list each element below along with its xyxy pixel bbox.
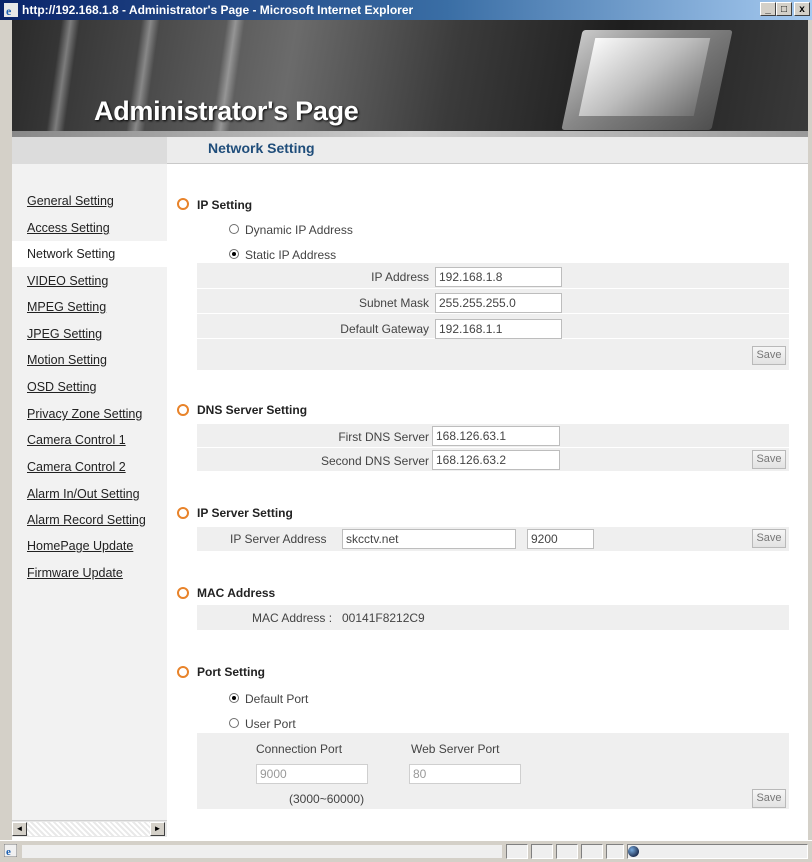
status-bar: e bbox=[0, 840, 812, 862]
sidebar-header-spacer bbox=[12, 137, 167, 164]
dns-save-button[interactable]: Save bbox=[752, 450, 786, 469]
mac-address-title: MAC Address bbox=[197, 586, 276, 600]
banner-light-streak bbox=[39, 20, 83, 137]
dynamic-ip-label: Dynamic IP Address bbox=[245, 223, 353, 237]
status-panel bbox=[556, 844, 578, 859]
dns-setting-title: DNS Server Setting bbox=[197, 403, 308, 417]
status-panel bbox=[606, 844, 624, 859]
internet-explorer-icon: e bbox=[4, 3, 18, 17]
mac-address-value: 00141F8212C9 bbox=[342, 611, 425, 625]
default-port-radio[interactable] bbox=[229, 693, 239, 703]
user-port-label: User Port bbox=[245, 717, 296, 731]
scroll-right-button[interactable]: ► bbox=[150, 822, 165, 836]
port-save-button[interactable]: Save bbox=[752, 789, 786, 808]
internet-zone-icon bbox=[628, 846, 639, 857]
bullet-icon bbox=[177, 587, 189, 599]
bullet-icon bbox=[177, 198, 189, 210]
static-ip-radio[interactable] bbox=[229, 249, 239, 259]
sidebar-item-mpeg-setting[interactable]: MPEG Setting bbox=[12, 294, 167, 320]
sidebar-item-alarm-in-out-setting[interactable]: Alarm In/Out Setting bbox=[12, 481, 167, 507]
default-gateway-label: Default Gateway bbox=[340, 322, 429, 336]
banner-heading: Administrator's Page bbox=[94, 96, 359, 126]
sidebar-item-privacy-zone-setting[interactable]: Privacy Zone Setting bbox=[12, 401, 167, 427]
page-title: Network Setting bbox=[208, 140, 315, 156]
default-gateway-field[interactable]: 192.168.1.1 bbox=[435, 319, 562, 339]
main-content: IP Setting Dynamic IP Address Static IP … bbox=[167, 164, 808, 840]
ip-server-save-button[interactable]: Save bbox=[752, 529, 786, 548]
page-header: Network Setting bbox=[12, 137, 808, 164]
subnet-mask-field[interactable]: 255.255.255.0 bbox=[435, 293, 562, 313]
horizontal-scrollbar[interactable]: ◄ ► bbox=[12, 820, 167, 837]
user-port-radio[interactable] bbox=[229, 718, 239, 728]
sidebar-item-firmware-update[interactable]: Firmware Update bbox=[12, 560, 167, 586]
sidebar-item-jpeg-setting[interactable]: JPEG Setting bbox=[12, 321, 167, 347]
web-server-port-label: Web Server Port bbox=[411, 742, 500, 756]
mac-address-label: MAC Address : bbox=[252, 611, 333, 625]
sidebar-item-homepage-update[interactable]: HomePage Update bbox=[12, 533, 167, 559]
ip-setting-save-button[interactable]: Save bbox=[752, 346, 786, 365]
ip-setting-title: IP Setting bbox=[197, 198, 253, 212]
sidebar-item-osd-setting[interactable]: OSD Setting bbox=[12, 374, 167, 400]
sidebar: General Setting Access Setting Network S… bbox=[12, 164, 167, 820]
second-dns-label: Second DNS Server bbox=[320, 454, 429, 468]
status-panel bbox=[531, 844, 553, 859]
ip-server-port-field[interactable]: 9200 bbox=[527, 529, 594, 549]
first-dns-label: First DNS Server bbox=[338, 430, 429, 444]
status-panel bbox=[581, 844, 603, 859]
row-divider bbox=[197, 447, 789, 448]
ip-address-label: IP Address bbox=[371, 270, 429, 284]
svg-text:e: e bbox=[6, 4, 12, 17]
sidebar-item-alarm-record-setting[interactable]: Alarm Record Setting bbox=[12, 507, 167, 533]
bullet-icon bbox=[177, 404, 189, 416]
first-dns-field[interactable]: 168.126.63.1 bbox=[432, 426, 560, 446]
window-title: http://192.168.1.8 - Administrator's Pag… bbox=[22, 3, 414, 17]
sidebar-item-general-setting[interactable]: General Setting bbox=[12, 188, 167, 214]
minimize-button[interactable]: _ bbox=[760, 2, 776, 16]
dynamic-ip-radio[interactable] bbox=[229, 224, 239, 234]
ip-server-address-field[interactable]: skcctv.net bbox=[342, 529, 516, 549]
maximize-button[interactable]: □ bbox=[776, 2, 792, 16]
web-server-port-field[interactable]: 80 bbox=[409, 764, 521, 784]
sidebar-item-network-setting[interactable]: Network Setting bbox=[12, 241, 167, 267]
svg-text:e: e bbox=[6, 846, 11, 857]
status-text-panel bbox=[21, 844, 503, 859]
sidebar-item-camera-control-2[interactable]: Camera Control 2 bbox=[12, 454, 167, 480]
port-setting-title: Port Setting bbox=[197, 665, 265, 679]
sidebar-item-camera-control-1[interactable]: Camera Control 1 bbox=[12, 427, 167, 453]
status-zone-panel bbox=[627, 844, 808, 859]
sidebar-item-video-setting[interactable]: VIDEO Setting bbox=[12, 268, 167, 294]
row-divider bbox=[197, 288, 789, 289]
page-icon: e bbox=[4, 844, 17, 857]
window-right-border bbox=[808, 20, 812, 840]
bullet-icon bbox=[177, 666, 189, 678]
port-range-hint: (3000~60000) bbox=[289, 792, 365, 806]
sidebar-item-motion-setting[interactable]: Motion Setting bbox=[12, 347, 167, 373]
laptop-screen-image bbox=[578, 38, 711, 116]
scrollbar-track[interactable] bbox=[27, 822, 150, 836]
connection-port-field[interactable]: 9000 bbox=[256, 764, 368, 784]
window-left-border bbox=[0, 20, 12, 840]
header-banner: Administrator's Page bbox=[12, 20, 808, 137]
default-port-label: Default Port bbox=[245, 692, 309, 706]
sidebar-item-access-setting[interactable]: Access Setting bbox=[12, 215, 167, 241]
ip-server-address-label: IP Server Address bbox=[230, 532, 327, 546]
static-ip-label: Static IP Address bbox=[245, 248, 337, 262]
window-title-bar[interactable]: e http://192.168.1.8 - Administrator's P… bbox=[0, 0, 812, 20]
scroll-left-button[interactable]: ◄ bbox=[12, 822, 27, 836]
subnet-mask-label: Subnet Mask bbox=[358, 296, 429, 310]
second-dns-field[interactable]: 168.126.63.2 bbox=[432, 450, 560, 470]
status-panel bbox=[506, 844, 528, 859]
ip-server-title: IP Server Setting bbox=[197, 506, 293, 520]
bullet-icon bbox=[177, 507, 189, 519]
row-divider bbox=[197, 313, 789, 314]
ip-address-field[interactable]: 192.168.1.8 bbox=[435, 267, 562, 287]
close-button[interactable]: x bbox=[794, 2, 810, 16]
connection-port-label: Connection Port bbox=[256, 742, 343, 756]
